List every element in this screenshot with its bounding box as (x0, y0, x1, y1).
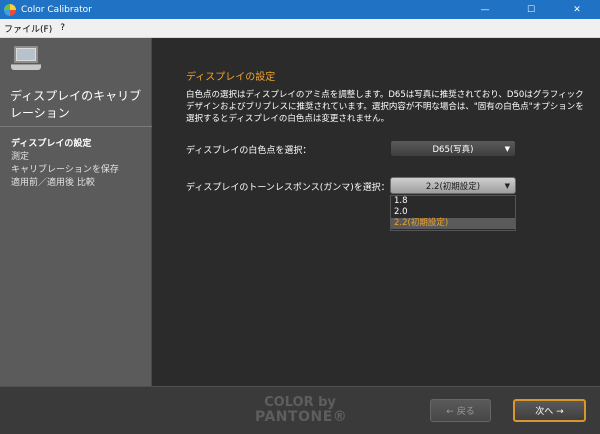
gamma-label: ディスプレイのトーンレスポンス(ガンマ)を選択： (186, 183, 390, 193)
menu-file[interactable]: ファイル(F) (0, 22, 56, 35)
app-icon (4, 3, 16, 16)
step-display-settings: ディスプレイの設定 (11, 139, 92, 149)
gamma-option-2-2[interactable]: 2.2(初期設定) (391, 218, 515, 229)
gamma-option-1-8[interactable]: 1.8 (391, 196, 515, 207)
white-point-label: ディスプレイの白色点を選択： (186, 146, 312, 156)
main-panel: ディスプレイの設定 白色点の選択はディスプレイのアミ点を調整します。D65は写真… (153, 38, 600, 386)
menu-bar: ファイル(F) ? (0, 19, 600, 38)
sidebar-divider (0, 126, 152, 127)
title-bar: Color Calibrator — ☐ ✕ (0, 0, 600, 19)
step-measure: 測定 (11, 152, 30, 162)
step-before-after: 適用前／適用後 比較 (11, 178, 95, 188)
white-point-dropdown[interactable]: D65(写真) ▼ (390, 140, 516, 157)
window-title: Color Calibrator (21, 4, 92, 15)
window-controls: — ☐ ✕ (462, 0, 600, 19)
close-button[interactable]: ✕ (554, 0, 600, 19)
gamma-dropdown[interactable]: 2.2(初期設定) ▼ (390, 177, 516, 194)
back-button[interactable]: ← 戻る (430, 399, 491, 422)
white-point-value: D65(写真) (432, 144, 474, 155)
step-save-calibration: キャリブレーションを保存 (11, 165, 119, 175)
menu-help[interactable]: ? (56, 23, 69, 33)
chevron-down-icon: ▼ (504, 182, 510, 190)
laptop-icon (11, 46, 41, 74)
pantone-logo: COLOR by PANTONE® (255, 395, 348, 425)
chevron-down-icon: ▼ (504, 145, 510, 153)
gamma-value: 2.2(初期設定) (425, 181, 481, 192)
sidebar: ディスプレイのキャリブレーション ディスプレイの設定 測定 キャリブレーションを… (0, 38, 152, 386)
description-text: 白色点の選択はディスプレイのアミ点を調整します。D65は写真に推奨されており、D… (186, 90, 584, 124)
minimize-button[interactable]: — (462, 0, 508, 19)
sidebar-title: ディスプレイのキャリブレーション (10, 89, 142, 120)
step-list: ディスプレイの設定 測定 キャリブレーションを保存 適用前／適用後 比較 (11, 138, 119, 190)
gamma-options-list: 1.8 2.0 2.2(初期設定) (390, 195, 516, 231)
footer: COLOR by PANTONE® ← 戻る 次へ → (0, 386, 600, 434)
gamma-option-2-0[interactable]: 2.0 (391, 207, 515, 218)
maximize-button[interactable]: ☐ (508, 0, 554, 19)
next-button[interactable]: 次へ → (513, 399, 586, 422)
section-title: ディスプレイの設定 (186, 72, 276, 83)
